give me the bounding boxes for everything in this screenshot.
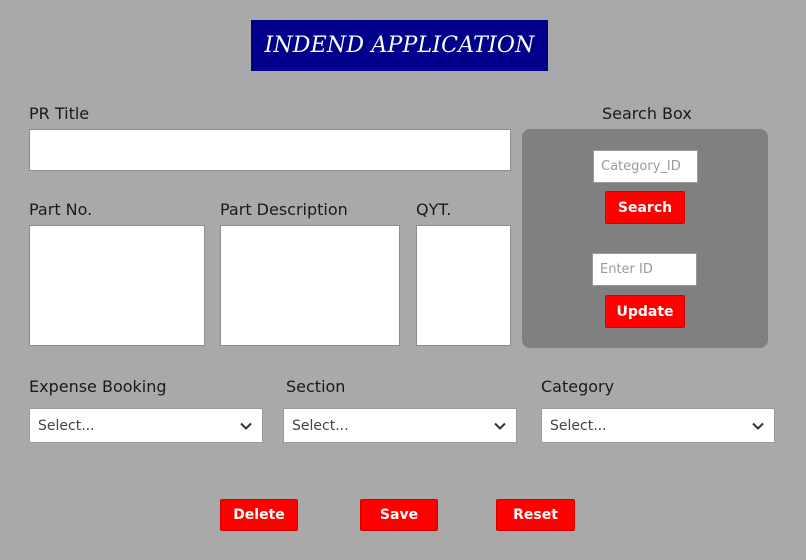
indend-application-page: INDEND APPLICATION PR Title Part No. Par…: [0, 0, 806, 560]
chevron-down-icon: [494, 422, 506, 430]
chevron-down-icon: [240, 422, 252, 430]
search-panel: Search Update: [522, 129, 768, 348]
page-title: INDEND APPLICATION: [251, 20, 548, 71]
pr-title-label: PR Title: [29, 104, 90, 123]
category-value: Select...: [550, 417, 607, 434]
enter-id-input[interactable]: [592, 253, 697, 286]
chevron-down-icon: [752, 422, 764, 430]
part-description-label: Part Description: [220, 200, 348, 219]
expense-booking-label: Expense Booking: [29, 377, 167, 396]
reset-button[interactable]: Reset: [496, 499, 575, 531]
section-value: Select...: [292, 417, 349, 434]
part-no-label: Part No.: [29, 200, 93, 219]
expense-booking-select[interactable]: Select...: [29, 408, 263, 443]
category-label: Category: [541, 377, 615, 396]
section-label: Section: [286, 377, 346, 396]
expense-booking-value: Select...: [38, 417, 95, 434]
search-box-heading: Search Box: [602, 104, 692, 123]
category-id-input[interactable]: [593, 150, 698, 183]
save-button[interactable]: Save: [360, 499, 438, 531]
pr-title-field[interactable]: [29, 129, 511, 171]
qty-field[interactable]: [416, 225, 511, 346]
qty-label: QYT.: [416, 200, 452, 219]
part-description-field[interactable]: [220, 225, 400, 346]
delete-button[interactable]: Delete: [220, 499, 298, 531]
part-no-field[interactable]: [29, 225, 205, 346]
category-select[interactable]: Select...: [541, 408, 775, 443]
update-button[interactable]: Update: [605, 295, 685, 328]
search-button[interactable]: Search: [605, 191, 685, 224]
section-select[interactable]: Select...: [283, 408, 517, 443]
